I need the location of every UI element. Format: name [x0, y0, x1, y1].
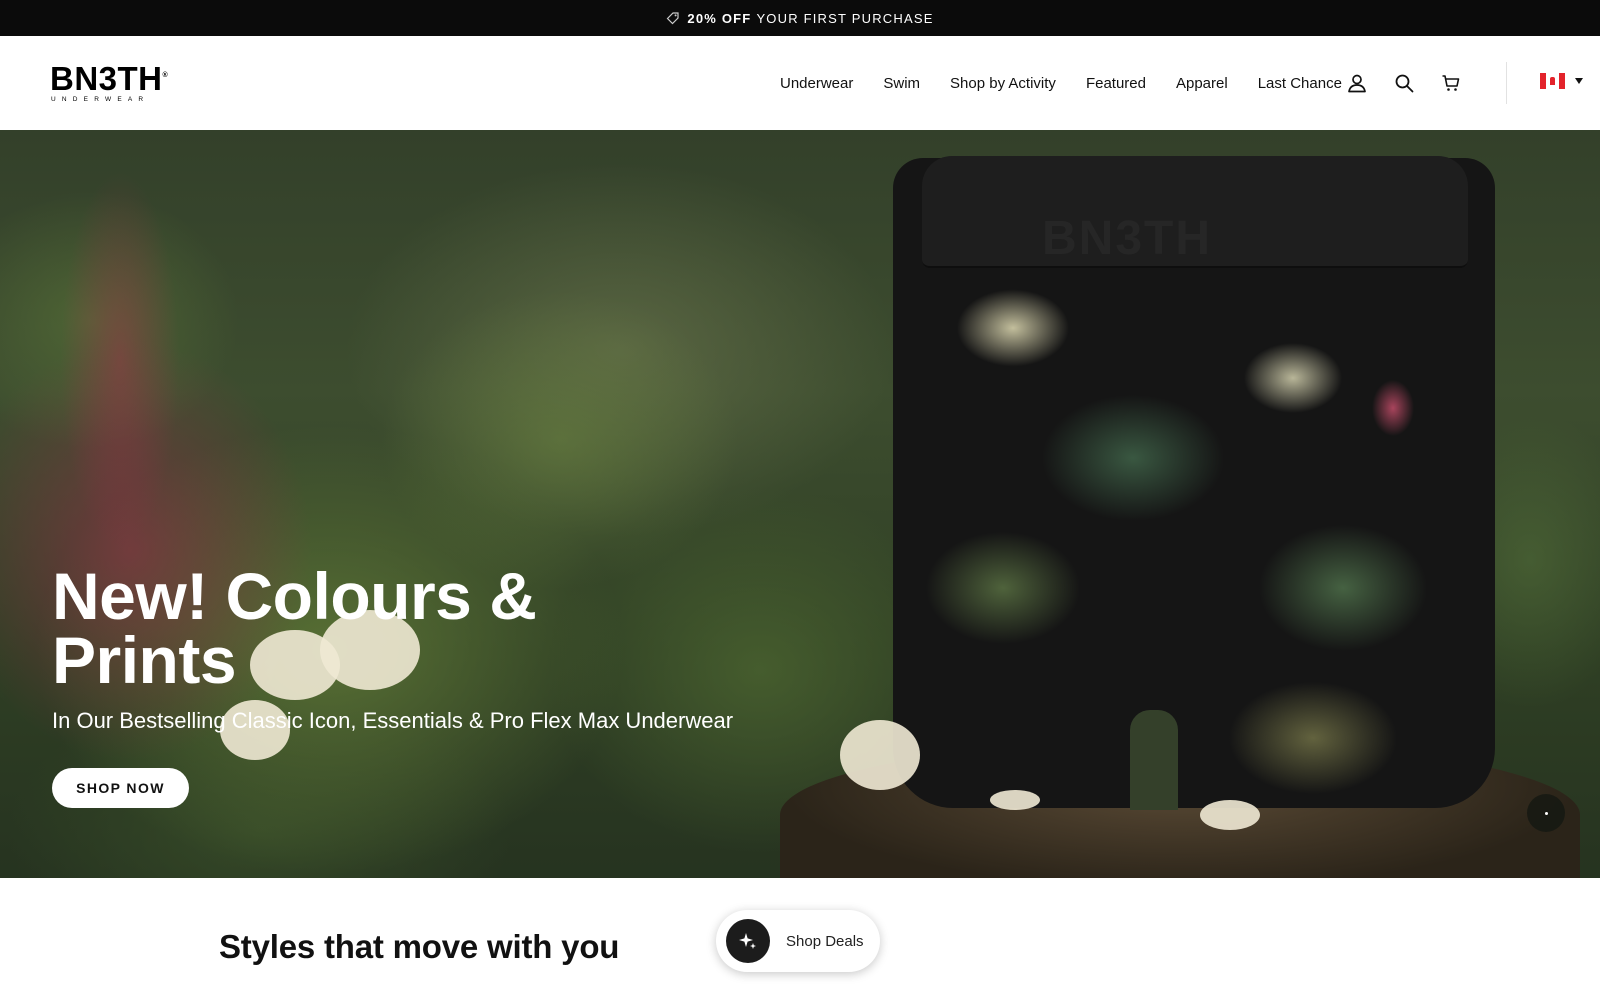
nav-underwear[interactable]: Underwear [780, 75, 853, 92]
shop-now-button[interactable]: SHOP NOW [52, 768, 189, 808]
main-nav: Underwear Swim Shop by Activity Featured… [780, 36, 1372, 130]
chevron-down-icon [1575, 78, 1583, 84]
nav-apparel[interactable]: Apparel [1176, 75, 1228, 92]
nav-last-chance[interactable]: Last Chance [1258, 75, 1342, 92]
section-title: Styles that move with you [219, 928, 620, 965]
dot-icon [1544, 811, 1548, 815]
product-leg-gap [1130, 710, 1178, 810]
logo-wordmark: BN3TH [50, 60, 163, 97]
flower-decoration [1200, 800, 1260, 830]
nav-shop-by-activity[interactable]: Shop by Activity [950, 75, 1056, 92]
account-icon[interactable] [1346, 72, 1368, 94]
search-icon[interactable] [1393, 72, 1415, 94]
logo-subtitle: UNDERWEAR [51, 96, 150, 103]
product-waistband: BN3TH [922, 156, 1468, 268]
locale-selector[interactable] [1540, 73, 1583, 89]
waistband-logo: BN3TH [1042, 212, 1213, 265]
site-header: BN3TH® UNDERWEAR Underwear Swim Shop by … [0, 36, 1600, 130]
shop-deals-button[interactable]: Shop Deals [716, 910, 880, 972]
nav-swim[interactable]: Swim [883, 75, 920, 92]
hero-banner[interactable]: BN3TH New! Colours & Prints In Our Bests… [0, 130, 1600, 878]
announcement-text: YOUR FIRST PURCHASE [756, 10, 934, 26]
flower-decoration [990, 790, 1040, 810]
header-icons [1346, 36, 1487, 130]
hero-title-line-2: Prints [52, 623, 237, 697]
foliage-decoration [380, 290, 740, 590]
cart-icon[interactable] [1440, 72, 1462, 94]
shop-deals-label: Shop Deals [786, 932, 864, 950]
foliage-decoration [60, 170, 180, 550]
canada-flag-icon [1540, 73, 1565, 89]
logo-trademark: ® [162, 72, 169, 79]
hero-subtitle: In Our Bestselling Classic Icon, Essenti… [52, 708, 734, 733]
flower-decoration [840, 720, 920, 790]
brand-logo[interactable]: BN3TH® UNDERWEAR [50, 62, 170, 106]
announcement-bar[interactable]: 20% OFF YOUR FIRST PURCHASE [0, 0, 1600, 36]
slider-pagination-button[interactable] [1527, 794, 1565, 832]
sparkle-icon [726, 919, 770, 963]
nav-featured[interactable]: Featured [1086, 75, 1146, 92]
hero-title: New! Colours & Prints [52, 559, 752, 697]
hero-title-line-1: New! Colours & [52, 559, 537, 633]
announcement-discount: 20% OFF [687, 10, 752, 26]
hero-copy: New! Colours & Prints In Our Bestselling… [52, 559, 752, 735]
header-divider [1506, 62, 1507, 104]
tag-icon [666, 11, 680, 25]
